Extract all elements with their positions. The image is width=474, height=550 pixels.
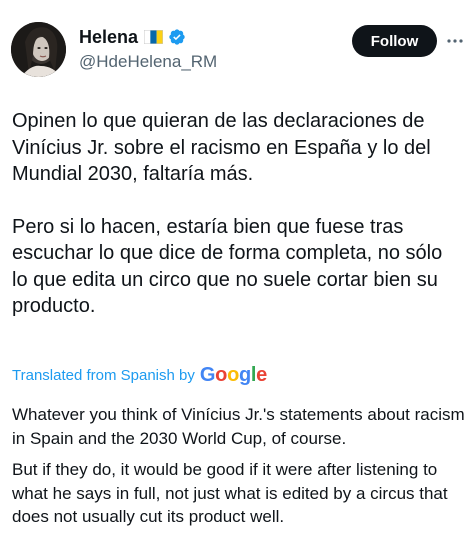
user-handle[interactable]: @HdeHelena_RM [79,52,217,72]
tweet-header: Helena @HdeHelena_RM Follow [11,22,463,80]
more-options-icon[interactable] [446,32,464,50]
name-row: Helena [79,26,217,48]
translated-from-label: Translated from Spanish by [12,366,195,384]
translated-text: Whatever you think of Vinícius Jr.'s sta… [12,403,467,529]
google-logo: Google [199,363,267,386]
translation-attribution-link[interactable]: Translated from Spanish by Google [12,362,267,388]
user-info: Helena @HdeHelena_RM [79,26,217,72]
tweet-text: Opinen lo que quieran de las declaracion… [12,108,462,320]
display-name[interactable]: Helena [79,27,138,48]
canary-islands-flag-icon [144,30,164,44]
translation-paragraph: But if they do, it would be good if it w… [12,460,448,526]
verified-badge-icon [168,28,186,46]
tweet-paragraph: Pero si lo hacen, estaría bien que fuese… [12,215,443,318]
avatar[interactable] [11,22,66,77]
avatar-photo [11,22,66,77]
tweet-paragraph: Opinen lo que quieran de las declaracion… [12,110,431,185]
translation-paragraph: Whatever you think of Vinícius Jr.'s sta… [12,405,465,448]
follow-button[interactable]: Follow [352,25,437,57]
